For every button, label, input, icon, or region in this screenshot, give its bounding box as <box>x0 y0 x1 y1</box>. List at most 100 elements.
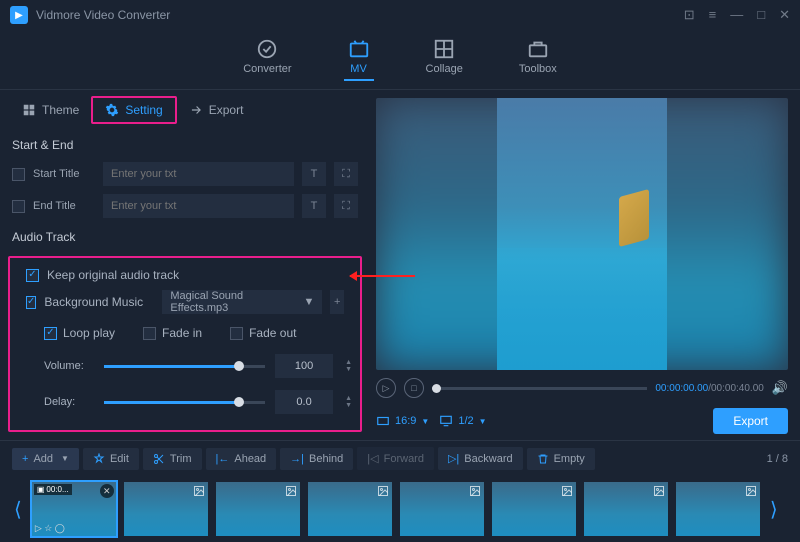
toolbox-icon <box>527 38 549 60</box>
collage-icon <box>433 38 455 60</box>
delay-label: Delay: <box>44 396 94 408</box>
thumb-remove-button[interactable]: ✕ <box>100 484 114 498</box>
volume-icon[interactable]: 🔊 <box>772 380 788 396</box>
fade-out-checkbox[interactable] <box>230 327 243 340</box>
mv-icon <box>348 38 370 60</box>
end-title-input[interactable] <box>103 194 294 218</box>
thumb-next-button[interactable]: ⟩ <box>768 497 780 522</box>
forward-button[interactable]: |◁Forward <box>357 447 434 470</box>
trash-icon <box>537 453 549 465</box>
bg-music-label: Background Music <box>44 295 154 309</box>
trim-icon <box>153 453 165 465</box>
start-title-checkbox[interactable] <box>12 168 25 181</box>
subtab-theme[interactable]: Theme <box>10 98 91 122</box>
aspect-icon <box>376 414 390 428</box>
export-icon <box>189 103 203 117</box>
minimize-icon[interactable]: — <box>730 7 743 23</box>
volume-value: 100 <box>295 360 313 372</box>
volume-slider[interactable] <box>104 365 265 368</box>
subtab-setting[interactable]: Setting <box>91 96 176 124</box>
edit-button[interactable]: Edit <box>83 448 139 470</box>
end-title-label: End Title <box>33 200 95 212</box>
maximize-icon[interactable]: □ <box>757 7 765 23</box>
start-title-text-style-button[interactable]: T <box>302 162 326 186</box>
image-icon <box>469 485 481 500</box>
section-start-end: Start & End <box>0 130 370 158</box>
end-title-checkbox[interactable] <box>12 200 25 213</box>
thumbnail-7[interactable] <box>584 482 668 536</box>
end-title-text-style-button[interactable]: T <box>302 194 326 218</box>
thumbnail-8[interactable] <box>676 482 760 536</box>
feedback-icon[interactable]: ⊡ <box>684 7 695 23</box>
scale-select[interactable]: 1/2 ▼ <box>439 414 486 428</box>
tab-toolbox-label: Toolbox <box>519 63 557 75</box>
thumb-action-icons[interactable]: ▷ ☆ ◯ <box>35 523 65 534</box>
image-icon <box>653 485 665 500</box>
stop-button[interactable]: □ <box>404 378 424 398</box>
thumbnail-4[interactable] <box>308 482 392 536</box>
time-display: 00:00:00.00/00:00:40.00 <box>655 383 763 394</box>
delay-slider[interactable] <box>104 401 265 404</box>
volume-input[interactable]: 100 <box>275 354 333 378</box>
volume-up-button[interactable]: ▲ <box>345 359 352 366</box>
play-button[interactable]: ▷ <box>376 378 396 398</box>
chevron-down-icon: ▼ <box>421 417 429 426</box>
subtab-theme-label: Theme <box>42 103 79 117</box>
progress-bar[interactable] <box>432 387 647 390</box>
tab-mv[interactable]: MV <box>344 36 374 81</box>
app-title: Vidmore Video Converter <box>36 8 684 22</box>
gear-icon <box>105 103 119 117</box>
loop-checkbox[interactable] <box>44 327 57 340</box>
menu-icon[interactable]: ≡ <box>709 7 717 23</box>
fade-in-checkbox[interactable] <box>143 327 156 340</box>
keep-original-checkbox[interactable] <box>26 269 39 282</box>
end-title-expand-button[interactable]: ⛶ <box>334 194 358 218</box>
thumbnail-3[interactable] <box>216 482 300 536</box>
edit-icon <box>93 453 105 465</box>
add-music-button[interactable]: + <box>330 290 344 314</box>
start-title-input[interactable] <box>103 162 294 186</box>
keep-original-label: Keep original audio track <box>47 268 179 282</box>
bg-music-filename: Magical Sound Effects.mp3 <box>170 290 297 314</box>
ahead-button[interactable]: |←Ahead <box>206 448 277 470</box>
bg-music-checkbox[interactable] <box>26 296 36 309</box>
behind-button[interactable]: →|Behind <box>280 448 353 470</box>
thumbnail-2[interactable] <box>124 482 208 536</box>
backward-button[interactable]: ▷|Backward <box>438 447 523 470</box>
volume-down-button[interactable]: ▼ <box>345 366 352 373</box>
theme-icon <box>22 103 36 117</box>
image-icon <box>193 485 205 500</box>
delay-down-button[interactable]: ▼ <box>345 402 352 409</box>
fade-in-label: Fade in <box>162 326 202 340</box>
chevron-down-icon: ▼ <box>304 296 315 308</box>
chevron-down-icon: ▼ <box>479 417 487 426</box>
export-button[interactable]: Export <box>713 408 788 434</box>
annotation-arrow <box>350 275 415 277</box>
bg-music-select[interactable]: Magical Sound Effects.mp3 ▼ <box>162 290 322 314</box>
empty-button[interactable]: Empty <box>527 448 595 470</box>
tab-converter-label: Converter <box>243 63 291 75</box>
delay-input[interactable]: 0.0 <box>275 390 333 414</box>
image-icon <box>745 485 757 500</box>
section-audio-track: Audio Track <box>0 222 370 250</box>
tab-collage[interactable]: Collage <box>422 36 467 81</box>
tab-toolbox[interactable]: Toolbox <box>515 36 561 81</box>
close-icon[interactable]: ✕ <box>779 7 790 23</box>
tab-converter[interactable]: Converter <box>239 36 295 81</box>
thumbnail-1[interactable]: ▣ 00:0... ✕ ▷ ☆ ◯ <box>32 482 116 536</box>
thumbnail-6[interactable] <box>492 482 576 536</box>
aspect-ratio-select[interactable]: 16:9 ▼ <box>376 414 429 428</box>
thumbnail-5[interactable] <box>400 482 484 536</box>
app-logo: ▶ <box>10 6 28 24</box>
delay-up-button[interactable]: ▲ <box>345 395 352 402</box>
subtab-export[interactable]: Export <box>177 98 256 122</box>
subtab-export-label: Export <box>209 103 244 117</box>
tab-collage-label: Collage <box>426 63 463 75</box>
add-button[interactable]: +Add▼ <box>12 448 79 470</box>
start-title-expand-button[interactable]: ⛶ <box>334 162 358 186</box>
delay-value: 0.0 <box>296 396 311 408</box>
trim-button[interactable]: Trim <box>143 448 202 470</box>
aspect-ratio-value: 16:9 <box>395 415 416 427</box>
thumb-prev-button[interactable]: ⟨ <box>12 497 24 522</box>
converter-icon <box>256 38 278 60</box>
